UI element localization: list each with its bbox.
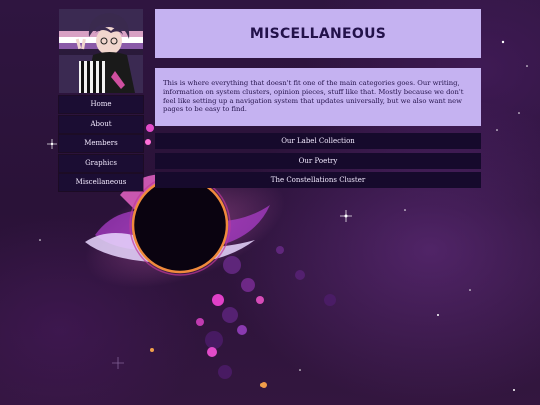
link-constellations-cluster[interactable]: The Constellations Cluster bbox=[155, 172, 481, 188]
page-links: Our Label Collection Our Poetry The Cons… bbox=[155, 133, 481, 192]
nav-item-members[interactable]: Members bbox=[59, 135, 143, 152]
nav-item-miscellaneous[interactable]: Miscellaneous bbox=[59, 174, 143, 191]
character-avatar-icon bbox=[59, 9, 143, 93]
avatar bbox=[59, 9, 143, 93]
description-panel: This is where everything that doesn't fi… bbox=[155, 68, 481, 126]
link-poetry[interactable]: Our Poetry bbox=[155, 152, 481, 169]
page-title: Miscellaneous bbox=[249, 25, 387, 42]
link-label-collection[interactable]: Our Label Collection bbox=[155, 133, 481, 149]
page-description: This is where everything that doesn't fi… bbox=[163, 79, 464, 114]
sidebar-nav: Home About Members Graphics Miscellaneou… bbox=[59, 96, 143, 194]
page-title-panel: Miscellaneous bbox=[155, 9, 481, 58]
nav-item-home[interactable]: Home bbox=[59, 96, 143, 113]
nav-item-about[interactable]: About bbox=[59, 115, 143, 133]
nav-item-graphics[interactable]: Graphics bbox=[59, 154, 143, 172]
